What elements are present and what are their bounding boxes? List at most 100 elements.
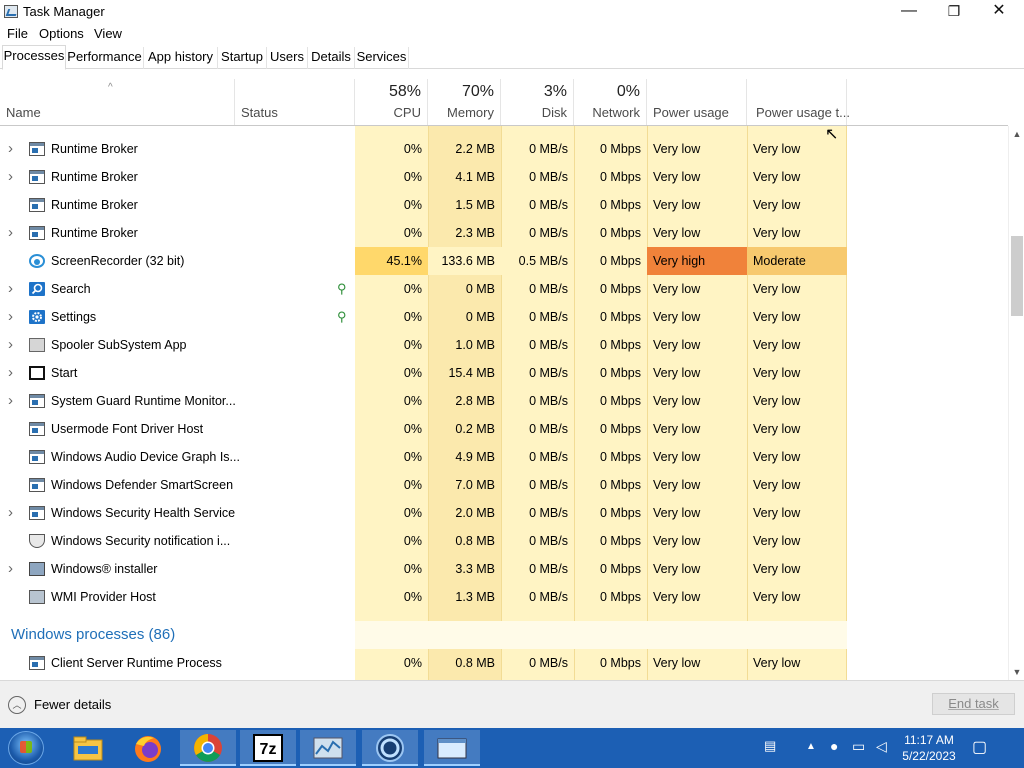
search-icon [29, 282, 45, 296]
table-row[interactable]: Windows Defender SmartScreen 0% 7.0 MB 0 MB… [0, 471, 1008, 499]
disk-value: 0 MB/s [529, 656, 568, 670]
taskbar-file-explorer[interactable] [60, 730, 116, 766]
tab-app-history[interactable]: App history [144, 47, 218, 69]
process-name: Client Server Runtime Process [51, 656, 222, 670]
table-row[interactable]: › Windows Security Health Service 0% 2.0 MB… [0, 499, 1008, 527]
disk-value: 0 MB/s [529, 394, 568, 408]
expand-chevron-icon[interactable]: › [8, 387, 13, 415]
power-trend-value: Very low [753, 282, 801, 296]
table-row[interactable]: › Runtime Broker 0% 2.2 MB 0 MB/s 0 Mbps Very … [0, 135, 1008, 163]
network-value: 0 Mbps [600, 198, 641, 212]
column-network[interactable]: 0% Network [574, 79, 647, 125]
tab-users[interactable]: Users [267, 47, 308, 69]
cpu-value: 0% [403, 656, 422, 670]
column-name[interactable]: ^ Name [0, 79, 235, 125]
power-trend-value: Very low [753, 170, 801, 184]
tab-performance[interactable]: Performance [66, 47, 144, 69]
table-row[interactable]: › Settings ⚲ 0% 0 MB 0 MB/s 0 Mbps Very low Very… [0, 303, 1008, 331]
table-row[interactable]: › Runtime Broker 0% 4.1 MB 0 MB/s 0 Mbps Very … [0, 163, 1008, 191]
table-row[interactable]: › Windows® installer 0% 3.3 MB 0 MB/s 0 Mbps V… [0, 555, 1008, 583]
menu-options[interactable]: Options [39, 26, 84, 41]
network-value: 0 Mbps [600, 226, 641, 240]
column-disk[interactable]: 3% Disk [501, 79, 574, 125]
column-memory[interactable]: 70% Memory [428, 79, 501, 125]
network-value: 0 Mbps [600, 394, 641, 408]
menu-view[interactable]: View [94, 26, 122, 41]
table-row[interactable]: › Start 0% 15.4 MB 0 MB/s 0 Mbps Very low Very … [0, 359, 1008, 387]
vertical-scrollbar[interactable]: ▲ ▼ [1008, 126, 1024, 680]
footer-bar: ︿ Fewer details End task [0, 680, 1024, 728]
column-status[interactable]: Status [235, 79, 355, 125]
cpu-value: 0% [403, 534, 422, 548]
scroll-down-icon[interactable]: ▼ [1009, 664, 1024, 680]
expand-chevron-icon[interactable]: › [8, 555, 13, 583]
expand-chevron-icon[interactable]: › [8, 163, 13, 191]
scroll-up-icon[interactable]: ▲ [1009, 126, 1024, 142]
process-name: Runtime Broker [51, 142, 138, 156]
tab-services[interactable]: Services [355, 47, 409, 69]
process-list: › Runtime Broker 0% 2.2 MB 0 MB/s 0 Mbps Very … [0, 126, 1008, 680]
expand-chevron-icon[interactable]: › [8, 219, 13, 247]
window-icon [29, 656, 45, 670]
expand-chevron-icon[interactable]: › [8, 499, 13, 527]
tab-startup[interactable]: Startup [218, 47, 267, 69]
column-cpu[interactable]: 58% CPU [355, 79, 428, 125]
expand-chevron-icon[interactable]: › [8, 303, 13, 331]
expand-chevron-icon[interactable]: › [8, 331, 13, 359]
table-row[interactable]: ScreenRecorder (32 bit) 45.1% 133.6 MB 0.5 … [0, 247, 1008, 275]
table-row[interactable]: › Search ⚲ 0% 0 MB 0 MB/s 0 Mbps Very low Very l… [0, 275, 1008, 303]
taskbar-app-window[interactable] [424, 730, 480, 766]
table-row[interactable]: Windows Security notification i... 0% 0.8 … [0, 527, 1008, 555]
taskbar-clock[interactable]: 11:17 AM 5/22/2023 [900, 732, 958, 764]
microphone-icon[interactable]: ● [830, 738, 838, 754]
expand-chevron-icon[interactable]: › [8, 275, 13, 303]
tab-details[interactable]: Details [308, 47, 355, 69]
table-row[interactable]: › Spooler SubSystem App 0% 1.0 MB 0 MB/s 0 Mb… [0, 331, 1008, 359]
process-name: Runtime Broker [51, 170, 138, 184]
show-hidden-icons[interactable]: ▲ [806, 741, 816, 752]
table-row[interactable]: Runtime Broker 0% 1.5 MB 0 MB/s 0 Mbps Very l… [0, 191, 1008, 219]
table-row[interactable]: Windows Audio Device Graph Is... 0% 4.9 MB… [0, 443, 1008, 471]
input-indicator-icon[interactable]: ▤ [764, 738, 776, 754]
window-icon [29, 170, 45, 184]
column-power-usage[interactable]: Power usage [647, 79, 747, 125]
power-usage-value: Very low [653, 338, 701, 352]
volume-icon[interactable]: ◁ [876, 738, 887, 755]
taskbar-chrome[interactable] [180, 730, 236, 766]
window-icon [29, 198, 45, 212]
power-trend-value: Very low [753, 366, 801, 380]
start-button[interactable] [8, 731, 44, 765]
tab-processes[interactable]: Processes [2, 45, 66, 70]
memory-value: 2.2 MB [455, 142, 495, 156]
notifications-icon[interactable]: ▢ [972, 737, 987, 757]
scroll-thumb[interactable] [1011, 236, 1023, 316]
menu-file[interactable]: File [7, 26, 28, 41]
taskbar-7zip[interactable]: 7z [240, 730, 296, 766]
taskbar-task-manager[interactable] [300, 730, 356, 766]
table-row[interactable]: WMI Provider Host 0% 1.3 MB 0 MB/s 0 Mbps Ver… [0, 583, 1008, 611]
power-trend-value: Very low [753, 534, 801, 548]
close-button[interactable]: ✕ [976, 0, 1022, 24]
maximize-button[interactable]: ❐ [931, 0, 977, 24]
table-row[interactable]: › Runtime Broker 0% 2.3 MB 0 MB/s 0 Mbps Very … [0, 219, 1008, 247]
network-value: 0 Mbps [600, 450, 641, 464]
column-power-usage-trend[interactable]: Power usage t... [747, 79, 850, 125]
end-task-button[interactable]: End task [932, 693, 1015, 715]
power-trend-value: Moderate [753, 254, 806, 268]
disk-value: 0 MB/s [529, 366, 568, 380]
minimize-button[interactable]: — [886, 0, 932, 24]
power-usage-value: Very low [653, 226, 701, 240]
table-row[interactable]: › System Guard Runtime Monitor... 0% 2.8 MB… [0, 387, 1008, 415]
expand-chevron-icon[interactable]: › [8, 135, 13, 163]
table-row[interactable]: Usermode Font Driver Host 0% 0.2 MB 0 MB/s 0… [0, 415, 1008, 443]
network-icon[interactable]: ▭ [852, 738, 865, 755]
group-title: Windows processes (86) [11, 626, 176, 643]
taskbar-firefox[interactable] [120, 730, 176, 766]
network-value: 0 Mbps [600, 422, 641, 436]
group-header-windows-processes[interactable]: Windows processes (86) [0, 621, 1008, 649]
process-name: Settings [51, 310, 97, 324]
disk-value: 0 MB/s [529, 198, 568, 212]
table-row[interactable]: Client Server Runtime Process 0% 0.8 MB 0 M… [0, 649, 1008, 677]
expand-chevron-icon[interactable]: › [8, 359, 13, 387]
taskbar-screen-recorder[interactable] [362, 730, 418, 766]
